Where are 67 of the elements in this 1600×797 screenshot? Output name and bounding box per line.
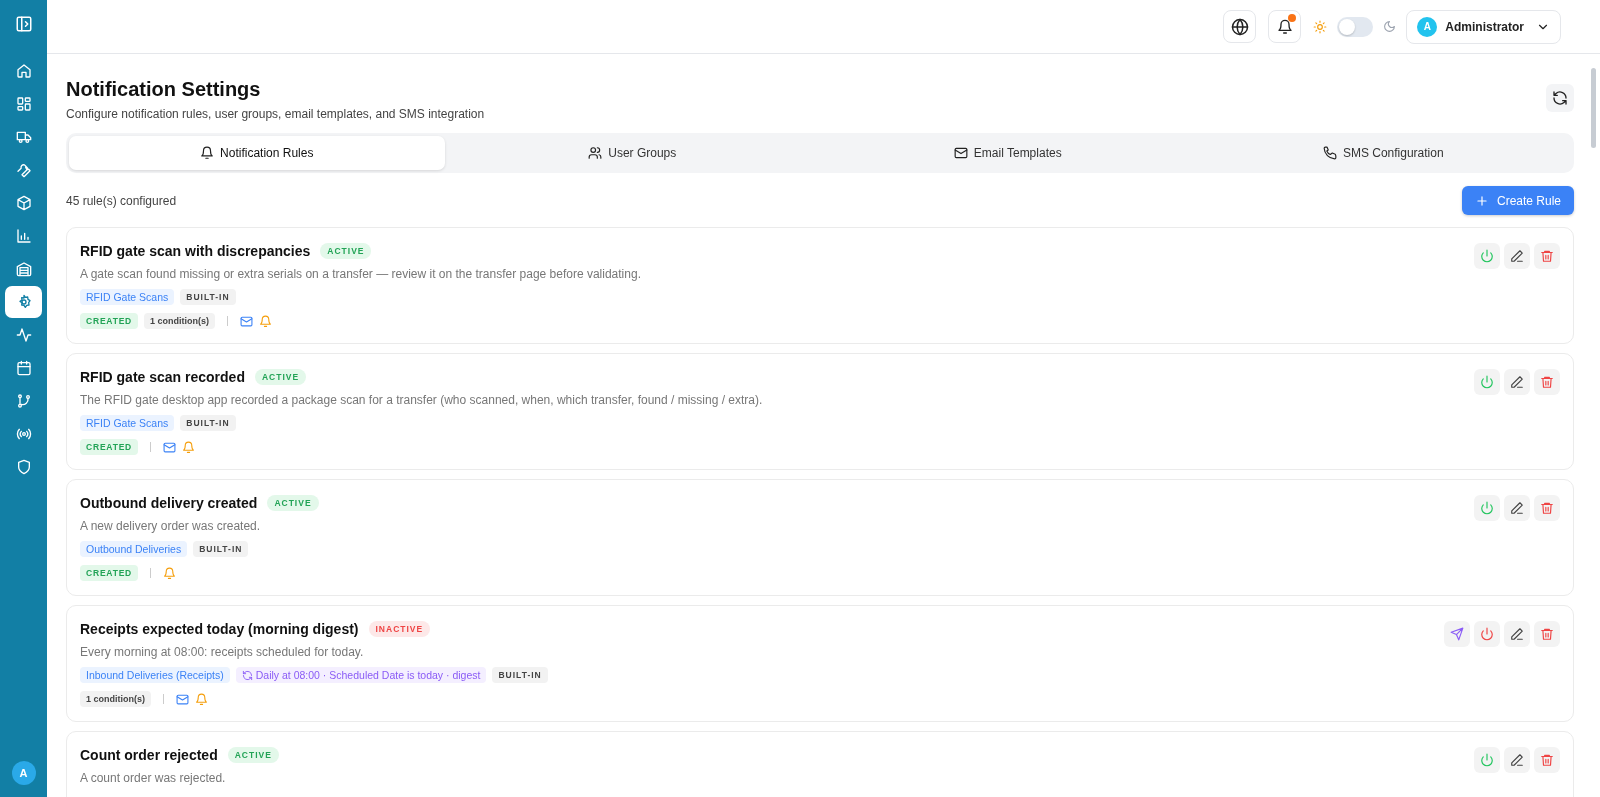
status-badge: INACTIVE bbox=[368, 621, 431, 637]
built-in-tag: BUILT-IN bbox=[180, 415, 236, 431]
tab[interactable]: SMS Configuration bbox=[1195, 136, 1571, 170]
status-badge: ACTIVE bbox=[267, 495, 319, 511]
built-in-tag: BUILT-IN bbox=[180, 289, 236, 305]
tab[interactable]: User Groups bbox=[444, 136, 820, 170]
globe-icon[interactable] bbox=[1223, 10, 1257, 43]
category-tag: RFID Gate Scans bbox=[80, 289, 175, 305]
delete-icon[interactable] bbox=[1534, 621, 1560, 647]
rule-title: RFID gate scan recorded bbox=[80, 369, 245, 385]
built-in-tag: BUILT-IN bbox=[193, 541, 249, 557]
rule-title: RFID gate scan with discrepancies bbox=[80, 243, 311, 259]
conditions-tag: 1 condition(s) bbox=[144, 313, 216, 329]
nav-settings-icon[interactable] bbox=[5, 286, 42, 318]
rules-count: 45 rule(s) configured bbox=[66, 193, 177, 208]
rule-title: Outbound delivery created bbox=[80, 495, 258, 511]
notifications-bell-icon[interactable] bbox=[1268, 10, 1302, 43]
category-tag: Inbound Deliveries (Receipts) bbox=[80, 667, 230, 683]
user-menu[interactable]: A Administrator bbox=[1406, 9, 1561, 44]
theme-toggle[interactable] bbox=[1337, 16, 1374, 37]
bell-icon bbox=[200, 146, 215, 160]
built-in-tag: BUILT-IN bbox=[492, 667, 548, 683]
sun-icon bbox=[1313, 19, 1328, 34]
category-tag: Outbound Deliveries bbox=[80, 541, 188, 557]
rule-title: Receipts expected today (morning digest) bbox=[80, 621, 359, 637]
create-rule-button[interactable]: Create Rule bbox=[1461, 186, 1574, 215]
rule-description: A gate scan found missing or extra serials on a transfer — review it on the transfer page before validating. bbox=[80, 267, 641, 281]
refresh-icon bbox=[241, 669, 253, 681]
rule-description: The RFID gate desktop app recorded a package scan for a transfer (who scanned, when, which transfer, found / missing / extra). bbox=[80, 393, 763, 407]
delete-icon[interactable] bbox=[1534, 369, 1560, 395]
users-icon bbox=[588, 146, 603, 160]
send-icon[interactable] bbox=[1444, 621, 1470, 647]
rule-description: Every morning at 08:00: receipts scheduled for today. bbox=[80, 645, 365, 659]
trigger-tag: CREATED bbox=[80, 313, 139, 329]
category-tag: RFID Gate Scans bbox=[80, 415, 175, 431]
edit-icon[interactable] bbox=[1504, 243, 1530, 269]
schedule-text: Daily at 08:00 · Scheduled Date is today · digest bbox=[255, 669, 481, 681]
moon-icon bbox=[1383, 20, 1397, 33]
trigger-tag: CREATED bbox=[80, 565, 139, 581]
status-badge: ACTIVE bbox=[320, 243, 372, 259]
mail-icon bbox=[953, 146, 968, 160]
rule-description: A count order was rejected. bbox=[80, 771, 227, 785]
delete-icon[interactable] bbox=[1534, 495, 1560, 521]
user-name: Administrator bbox=[1445, 19, 1524, 34]
refresh-icon[interactable] bbox=[1546, 84, 1574, 112]
page-title: Notification Settings bbox=[66, 78, 262, 101]
edit-icon[interactable] bbox=[1504, 621, 1530, 647]
status-badge: ACTIVE bbox=[254, 369, 307, 385]
conditions-tag: 1 condition(s) bbox=[80, 691, 151, 707]
rule-title: Count order rejected bbox=[80, 747, 218, 763]
delete-icon[interactable] bbox=[1534, 747, 1560, 773]
tab[interactable]: Notification Rules bbox=[69, 136, 445, 170]
edit-icon[interactable] bbox=[1504, 369, 1530, 395]
status-badge: ACTIVE bbox=[227, 747, 279, 763]
delete-icon[interactable] bbox=[1534, 243, 1560, 269]
phone-icon bbox=[1322, 146, 1337, 160]
bell-icon bbox=[1276, 18, 1293, 35]
power-icon[interactable] bbox=[1474, 621, 1500, 647]
page-subtitle: Configure notification rules, user groups, email templates, and SMS integration bbox=[66, 107, 485, 121]
edit-icon[interactable] bbox=[1504, 747, 1530, 773]
rule-description: A new delivery order was created. bbox=[80, 519, 262, 533]
trigger-tag: CREATED bbox=[80, 439, 139, 455]
tab[interactable]: Email Templates bbox=[820, 136, 1196, 170]
plus-icon bbox=[1474, 193, 1489, 208]
sidebar-toggle-icon[interactable] bbox=[14, 15, 33, 33]
user-avatar: A bbox=[1417, 16, 1438, 37]
edit-icon[interactable] bbox=[1504, 495, 1530, 521]
